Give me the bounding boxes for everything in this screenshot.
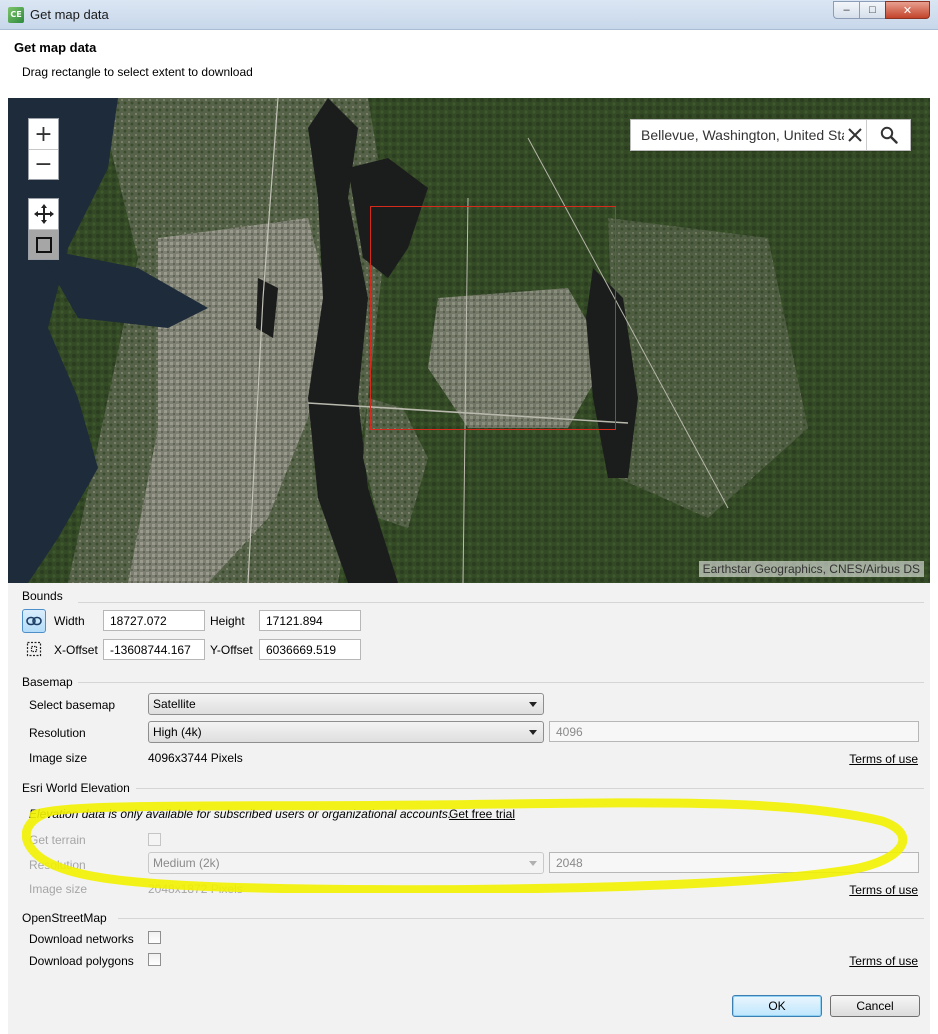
zoom-controls: + − xyxy=(28,118,59,180)
elevation-notice: Elevation data is only available for sub… xyxy=(29,807,452,821)
dialog-header: Get map data Drag rectangle to select ex… xyxy=(8,30,930,98)
x-offset-label: X-Offset xyxy=(54,643,98,657)
rectangle-select-button[interactable] xyxy=(29,229,58,259)
bounds-group-label: Bounds xyxy=(22,589,63,603)
x-offset-field[interactable]: -13608744.167 xyxy=(103,639,205,660)
search-icon xyxy=(880,126,898,144)
window-title: Get map data xyxy=(30,7,109,22)
basemap-terms-link[interactable]: Terms of use xyxy=(849,752,918,766)
ok-button[interactable]: OK xyxy=(732,995,822,1017)
dropdown-arrow-icon xyxy=(529,702,537,707)
get-terrain-label: Get terrain xyxy=(29,833,86,847)
zoom-out-button[interactable]: − xyxy=(29,149,58,179)
resolution-label: Resolution xyxy=(29,726,86,740)
window-controls: – □ ✕ xyxy=(833,1,930,19)
location-search xyxy=(630,119,911,151)
height-field[interactable]: 17121.894 xyxy=(259,610,361,631)
resolution-pixels-field[interactable]: 4096 xyxy=(549,721,919,742)
search-button[interactable] xyxy=(866,120,910,150)
minimize-button[interactable]: – xyxy=(833,1,860,19)
download-polygons-checkbox[interactable] xyxy=(148,953,161,966)
basemap-group-label: Basemap xyxy=(22,675,73,689)
clear-search-button[interactable] xyxy=(844,120,866,150)
options-panel: Bounds Width 18727.072 Height 17121.894 … xyxy=(8,583,930,1034)
basemap-select[interactable]: Satellite xyxy=(148,693,544,715)
zoom-in-button[interactable]: + xyxy=(29,119,58,149)
maximize-button[interactable]: □ xyxy=(859,1,886,19)
dropdown-arrow-icon xyxy=(529,861,537,866)
width-field[interactable]: 18727.072 xyxy=(103,610,205,631)
get-terrain-checkbox[interactable] xyxy=(148,833,161,846)
elevation-resolution-value: Medium (2k) xyxy=(153,856,220,870)
clear-icon xyxy=(848,128,862,142)
extent-icon xyxy=(26,641,42,657)
select-basemap-label: Select basemap xyxy=(29,698,116,712)
dialog-subtitle: Drag rectangle to select extent to downl… xyxy=(22,65,253,79)
basemap-divider xyxy=(78,682,924,683)
resolution-select-value: High (4k) xyxy=(153,725,202,739)
bounds-divider xyxy=(78,602,924,603)
title-bar[interactable]: CE Get map data – □ ✕ xyxy=(0,0,938,30)
app-icon: CE xyxy=(8,7,24,23)
height-label: Height xyxy=(210,614,245,628)
y-offset-label: Y-Offset xyxy=(210,643,253,657)
download-polygons-label: Download polygons xyxy=(29,954,134,968)
cancel-button[interactable]: Cancel xyxy=(830,995,920,1017)
y-offset-field[interactable]: 6036669.519 xyxy=(259,639,361,660)
image-size-label: Image size xyxy=(29,751,88,765)
search-input[interactable] xyxy=(631,120,845,150)
elevation-group-label: Esri World Elevation xyxy=(22,781,130,795)
basemap-select-value: Satellite xyxy=(153,697,196,711)
download-networks-checkbox[interactable] xyxy=(148,931,161,944)
osm-divider xyxy=(118,918,924,919)
fit-extent-button[interactable] xyxy=(22,637,46,661)
elevation-terms-link[interactable]: Terms of use xyxy=(849,883,918,897)
selection-rectangle[interactable] xyxy=(370,206,616,430)
dialog-title: Get map data xyxy=(14,40,97,55)
pan-icon xyxy=(33,204,54,224)
dropdown-arrow-icon xyxy=(529,730,537,735)
width-label: Width xyxy=(54,614,85,628)
osm-group-label: OpenStreetMap xyxy=(22,911,107,925)
close-button[interactable]: ✕ xyxy=(885,1,930,19)
map-view[interactable]: + − Earthstar Geographics, xyxy=(8,98,930,583)
download-networks-label: Download networks xyxy=(29,932,134,946)
map-attribution: Earthstar Geographics, CNES/Airbus DS xyxy=(698,561,924,577)
elevation-pixels-field[interactable]: 2048 xyxy=(549,852,919,873)
lock-aspect-button[interactable] xyxy=(22,609,46,633)
elevation-image-size-label: Image size xyxy=(29,882,88,896)
elevation-resolution-label: Resolution xyxy=(29,858,86,872)
elevation-resolution-select[interactable]: Medium (2k) xyxy=(148,852,544,874)
pan-tool-button[interactable] xyxy=(29,199,58,229)
resolution-select[interactable]: High (4k) xyxy=(148,721,544,743)
osm-terms-link[interactable]: Terms of use xyxy=(849,954,918,968)
image-size-value: 4096x3744 Pixels xyxy=(148,751,243,765)
elevation-divider xyxy=(136,788,924,789)
free-trial-link[interactable]: Get free trial xyxy=(449,807,515,821)
rectangle-select-icon xyxy=(35,236,52,253)
map-tools xyxy=(28,198,59,260)
link-icon xyxy=(26,616,42,626)
elevation-image-size-value: 2048x1872 Pixels xyxy=(148,882,243,896)
